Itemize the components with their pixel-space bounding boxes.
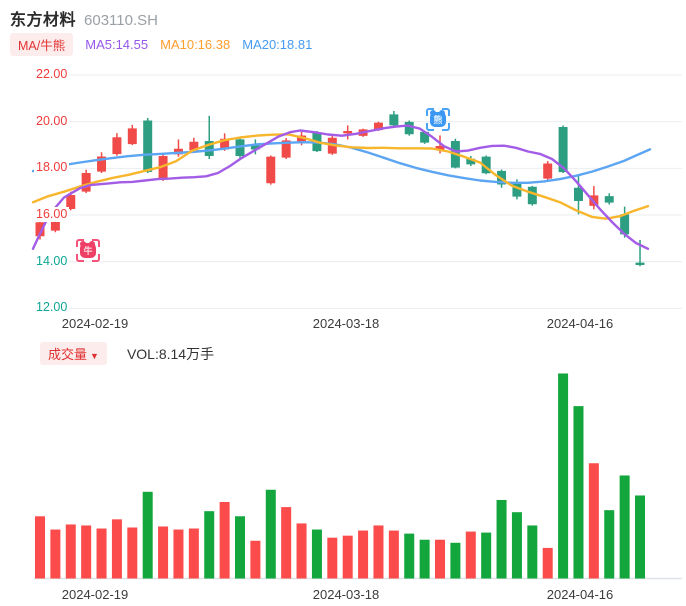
date-label: 2024-02-19 <box>61 316 129 331</box>
ma-bull-bear-badge[interactable]: MA/牛熊 <box>10 33 74 56</box>
volume-bar <box>265 489 276 579</box>
header: 东方材料 603110.SH <box>10 6 158 30</box>
volume-bar <box>573 406 584 579</box>
chevron-down-icon: ▼ <box>90 351 99 361</box>
volume-bar <box>250 540 261 579</box>
volume-bar <box>481 532 492 579</box>
volume-bar <box>296 523 307 579</box>
volume-bar <box>127 527 138 579</box>
stock-chart-app: 东方材料 603110.SH MA/牛熊 MA5:14.55 MA10:16.3… <box>0 0 686 606</box>
volume-bar <box>158 526 169 579</box>
ma-legend: MA/牛熊 MA5:14.55 MA10:16.38 MA20:18.81 <box>10 33 312 56</box>
bull-face: 牛 <box>80 240 96 258</box>
volume-bar <box>173 529 184 579</box>
volume-bar <box>450 542 461 579</box>
candle-body <box>573 187 583 202</box>
volume-bar <box>111 519 122 579</box>
volume-bar <box>204 511 215 579</box>
candle-body <box>143 120 153 172</box>
volume-bar <box>419 539 430 579</box>
date-label: 2024-02-19 <box>61 587 129 602</box>
ma-line-ma5 <box>31 124 650 251</box>
ma-line-ma10 <box>31 133 650 220</box>
volume-bar <box>604 510 615 579</box>
candle-body <box>266 156 276 184</box>
volume-bar <box>96 528 107 579</box>
candle-body <box>389 114 399 126</box>
price-axis-label: 22.00 <box>34 67 70 82</box>
volume-bar <box>542 547 553 579</box>
ma10-value: MA10:16.38 <box>160 37 231 52</box>
price-axis-label: 18.00 <box>34 160 70 176</box>
volume-bar <box>81 525 92 579</box>
candle-body <box>112 137 122 155</box>
candle-body <box>604 196 614 203</box>
ma5-value: MA5:14.55 <box>85 37 149 52</box>
volume-bar <box>388 530 399 579</box>
candle-body <box>404 121 414 135</box>
date-label: 2024-03-18 <box>312 316 380 331</box>
volume-header: 成交量 ▼ VOL:8.14万手 <box>40 342 214 365</box>
bear-face: 熊 <box>430 109 446 127</box>
volume-bar <box>496 499 507 579</box>
volume-bar <box>311 529 322 579</box>
stock-code: 603110.SH <box>84 12 158 29</box>
volume-value: VOL:8.14万手 <box>126 345 215 362</box>
volume-bar <box>465 531 476 579</box>
date-label: 2024-04-16 <box>546 587 614 602</box>
price-volume-chart <box>31 74 682 580</box>
volume-dropdown[interactable]: 成交量 ▼ <box>40 342 107 365</box>
volume-bar <box>619 475 630 579</box>
volume-bar <box>435 539 446 579</box>
volume-bar <box>188 528 199 579</box>
volume-bar <box>35 516 45 579</box>
candle-body <box>543 163 553 179</box>
price-axis-label: 20.00 <box>34 113 70 129</box>
volume-bar <box>327 537 338 579</box>
bull-signal-icon[interactable]: 牛 <box>76 238 100 262</box>
date-label: 2024-03-18 <box>312 587 380 602</box>
price-axis-label: 12.00 <box>34 300 70 316</box>
volume-bar <box>358 530 369 579</box>
price-axis-label: 16.00 <box>34 207 70 222</box>
volume-bar <box>281 507 292 579</box>
volume-bar <box>235 516 246 579</box>
volume-bar <box>635 495 646 579</box>
volume-bar <box>219 502 230 579</box>
candle-body <box>635 262 645 265</box>
volume-bar <box>558 373 569 579</box>
volume-bar <box>527 525 538 579</box>
candle-body <box>127 128 137 145</box>
bear-signal-icon[interactable]: 熊 <box>426 107 450 131</box>
volume-bar <box>142 491 153 579</box>
volume-bar <box>65 524 76 579</box>
stock-name: 东方材料 <box>10 12 77 29</box>
volume-bar <box>50 529 61 579</box>
date-label: 2024-04-16 <box>546 316 614 331</box>
volume-bar <box>373 525 384 579</box>
candle-body <box>343 131 353 134</box>
volume-bar <box>342 535 353 579</box>
candle-body <box>81 173 91 192</box>
ma20-value: MA20:18.81 <box>242 37 313 52</box>
candle-body <box>527 186 537 205</box>
volume-bar <box>404 533 415 579</box>
volume-bar <box>511 512 522 579</box>
volume-bar <box>588 463 599 579</box>
price-axis-label: 14.00 <box>34 253 70 269</box>
